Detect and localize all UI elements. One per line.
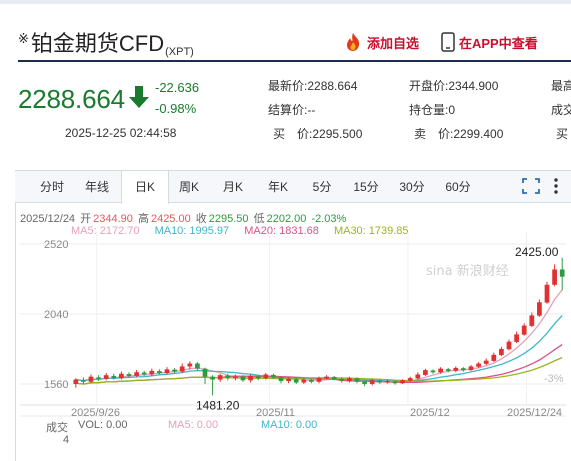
- candle-body: [544, 284, 550, 303]
- candle-body: [157, 371, 162, 374]
- candle-body: [324, 376, 329, 379]
- candle-body: [506, 341, 512, 350]
- candle-body: [483, 360, 489, 364]
- candle-body: [445, 369, 451, 371]
- candle-body: [240, 376, 246, 381]
- x-tick-label: 2025/11: [256, 407, 295, 419]
- candle-body: [521, 325, 527, 335]
- candle-body: [172, 369, 177, 372]
- candle-body: [126, 374, 132, 376]
- candle-body: [263, 374, 269, 379]
- candle-body: [559, 269, 565, 277]
- candle-body: [362, 381, 367, 384]
- candle-body: [293, 379, 299, 383]
- chart-grid: [20, 232, 566, 417]
- candle-body: [301, 379, 307, 383]
- candle-body: [316, 378, 322, 382]
- candle-body: [385, 381, 390, 383]
- candle-body: [491, 354, 497, 361]
- candle-body: [468, 366, 474, 371]
- candle-body: [81, 380, 86, 382]
- candle-body: [514, 334, 519, 342]
- x-tick-label: 2025/9/26: [71, 407, 120, 419]
- candle-body: [179, 366, 185, 372]
- candle-body: [96, 377, 101, 379]
- candle-body: [88, 376, 94, 382]
- candle-body: [187, 363, 193, 367]
- ma10-line: [75, 314, 563, 382]
- volume-ma5: MA5: 0.00: [168, 419, 219, 431]
- candle-body: [438, 368, 443, 373]
- candle-body: [103, 375, 109, 379]
- candle-body: [499, 348, 504, 356]
- candle-body: [400, 380, 405, 384]
- candle-body: [430, 370, 436, 373]
- candle-body: [141, 372, 147, 375]
- candle-body: [377, 380, 383, 383]
- candle-body: [195, 363, 200, 369]
- ma-lines: [75, 289, 563, 385]
- candle-body: [271, 374, 276, 378]
- volume-sub: 4: [63, 434, 70, 446]
- candle-body: [134, 372, 139, 376]
- candle-body: [217, 375, 223, 380]
- candle-body: [476, 363, 481, 367]
- watermark: sina 新浪财经: [426, 263, 509, 279]
- candle-body: [225, 375, 231, 379]
- candle-body: [529, 315, 535, 326]
- candle-body: [392, 381, 398, 384]
- y-tick-label: 2520: [44, 239, 68, 251]
- candle-body: [164, 369, 170, 374]
- candle-body: [111, 375, 117, 379]
- min-annotation: 1481.20: [196, 398, 240, 412]
- candle-body: [331, 376, 337, 379]
- kline-chart: sina 新浪财经 2520 2040 1560 2025/9/26 2025/11 20…: [20, 232, 566, 419]
- x-tick-label: 2025/12: [410, 407, 450, 419]
- candle-body: [552, 269, 557, 285]
- candle-body: [407, 378, 413, 381]
- candle-body: [369, 380, 375, 384]
- volume-value: VOL: 0.00: [78, 419, 128, 431]
- candle-body: [354, 378, 360, 382]
- candle-body: [309, 379, 314, 382]
- y-tick-label: 1560: [44, 379, 68, 391]
- candle-body: [119, 373, 124, 379]
- candle-body: [278, 377, 284, 382]
- candle-body: [453, 367, 459, 371]
- candle-body: [339, 378, 345, 382]
- volume-ma10: MA10: 0.00: [261, 419, 318, 431]
- x-tick-label: 2025/12/24: [507, 407, 562, 419]
- y-tick-label: 2040: [44, 309, 68, 321]
- candle-body: [423, 370, 428, 375]
- candle-body: [415, 374, 421, 379]
- candle-body: [149, 370, 155, 375]
- candle-body: [233, 376, 238, 379]
- max-annotation: 2425.00: [515, 245, 559, 259]
- candle-body: [255, 376, 261, 379]
- candle-body: [286, 378, 291, 382]
- candle-body: [347, 378, 352, 382]
- right-axis-label: -3%: [544, 373, 564, 385]
- candle-body: [210, 376, 215, 380]
- candle-body: [202, 368, 208, 377]
- candle-body: [537, 302, 542, 316]
- candle-body: [461, 368, 466, 371]
- volume-label: 成交: [46, 422, 68, 434]
- candle-body: [73, 379, 79, 384]
- candle-body: [248, 375, 253, 381]
